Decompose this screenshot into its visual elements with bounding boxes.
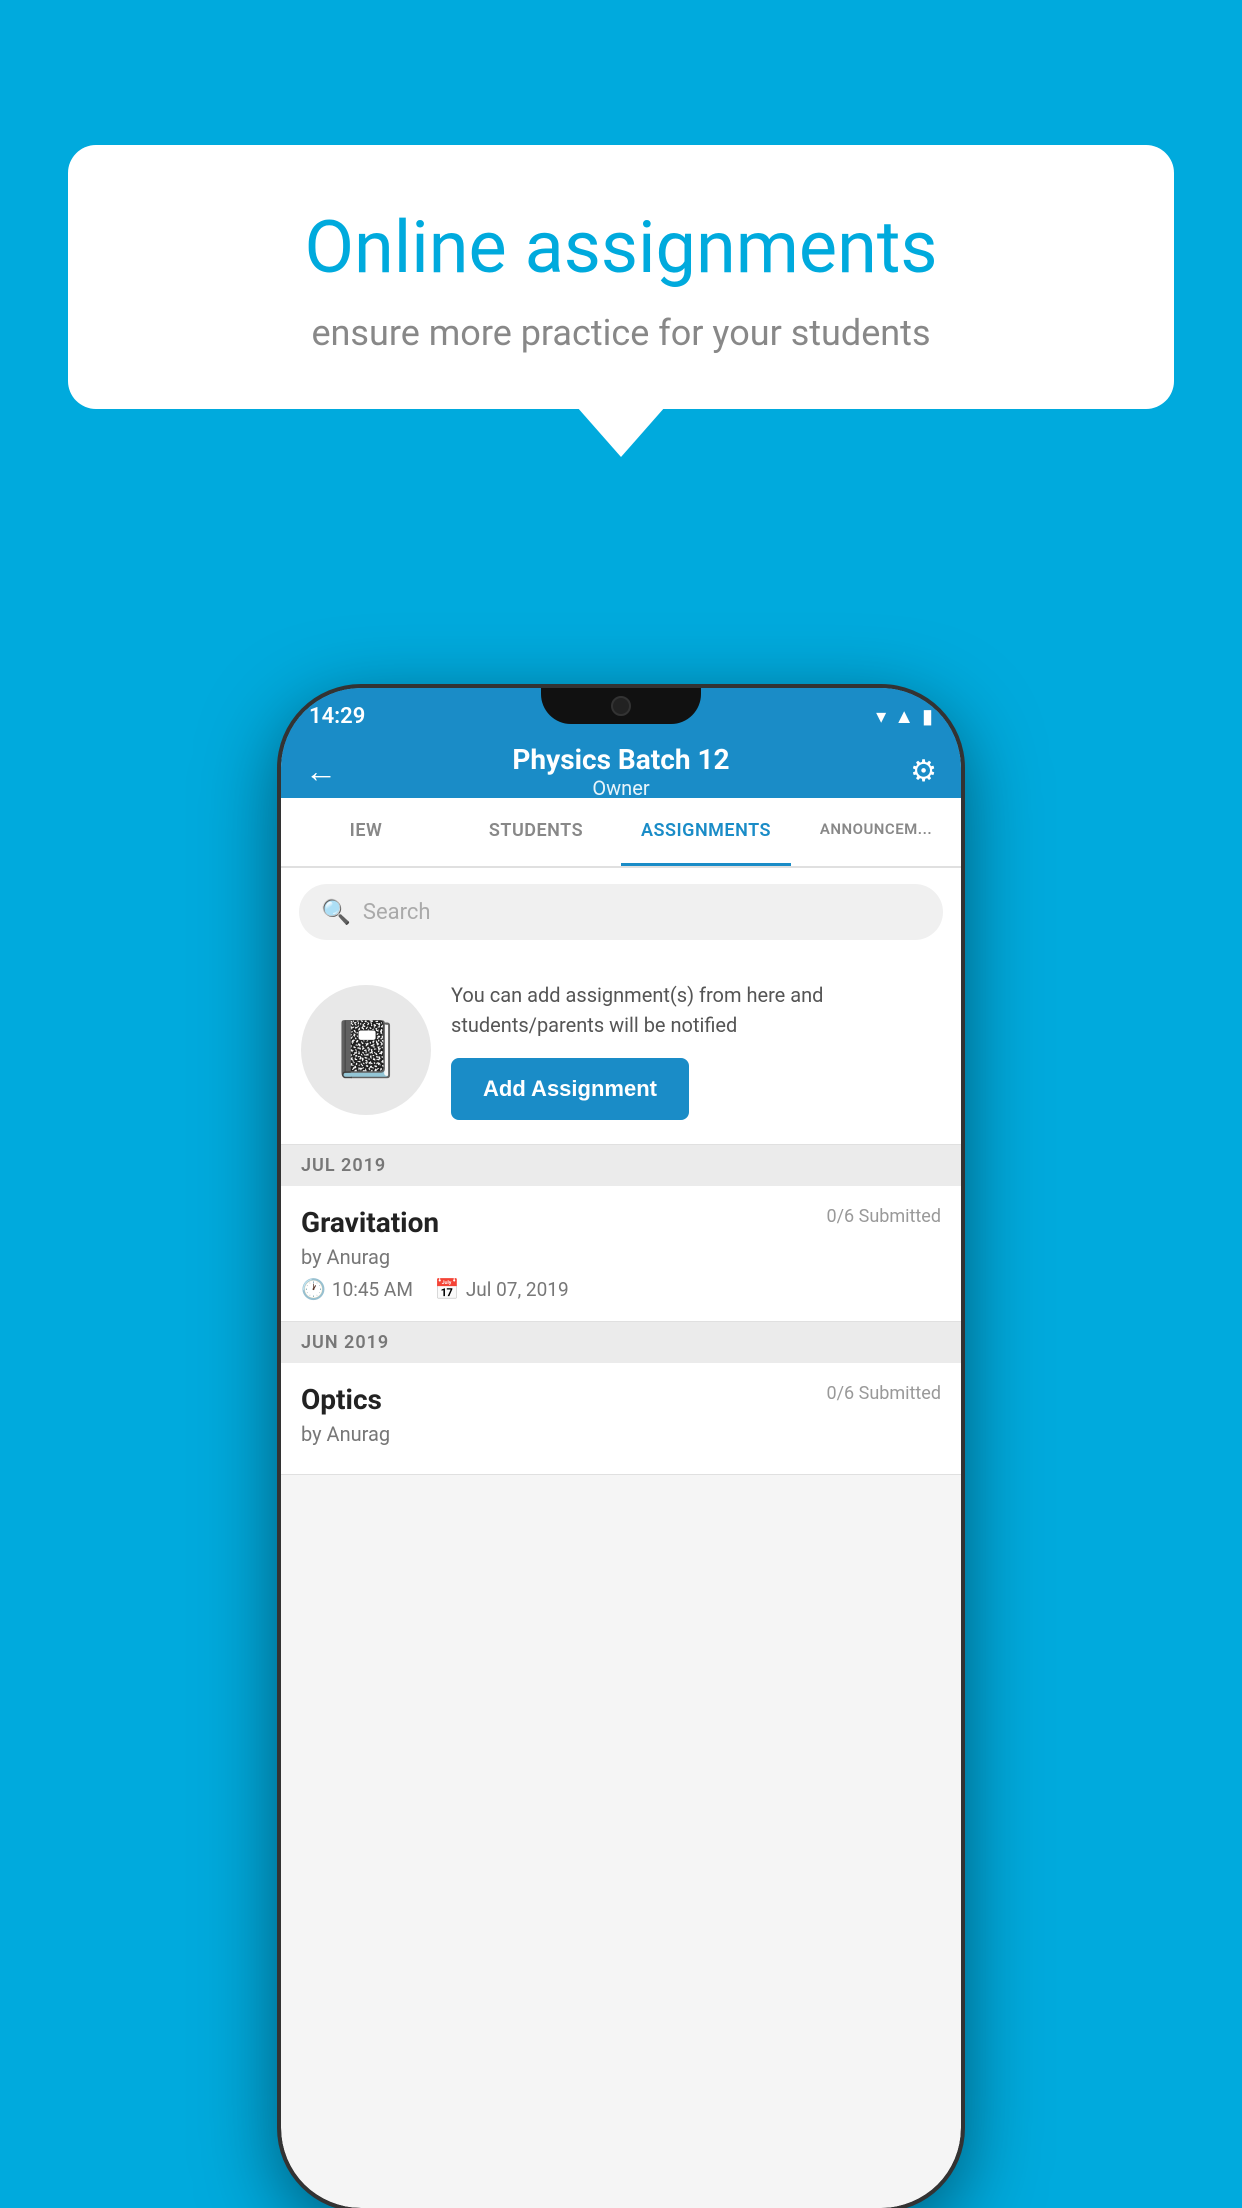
assignment-optics-name: Optics (301, 1383, 382, 1416)
bubble-title: Online assignments (138, 205, 1104, 290)
app-bar-subtitle: Owner (355, 776, 887, 800)
signal-icon: ▲ (894, 704, 914, 729)
search-container: 🔍 Search (281, 868, 961, 956)
add-assignment-section: 📓 You can add assignment(s) from here an… (281, 956, 961, 1145)
add-assignment-button[interactable]: Add Assignment (451, 1058, 689, 1120)
assignment-item-gravitation[interactable]: Gravitation 0/6 Submitted by Anurag 🕐 10… (281, 1186, 961, 1322)
assignment-item-optics[interactable]: Optics 0/6 Submitted by Anurag (281, 1363, 961, 1475)
assignment-optics-row1: Optics 0/6 Submitted (301, 1383, 941, 1416)
add-assignment-description: You can add assignment(s) from here and … (451, 980, 941, 1040)
tab-announcements[interactable]: ANNOUNCEM... (791, 798, 961, 866)
calendar-icon: 📅 (435, 1277, 460, 1301)
tabs-container: IEW STUDENTS ASSIGNMENTS ANNOUNCEM... (281, 798, 961, 868)
tab-students[interactable]: STUDENTS (451, 798, 621, 866)
speech-bubble: Online assignments ensure more practice … (68, 145, 1174, 409)
tab-iew[interactable]: IEW (281, 798, 451, 866)
clock-icon: 🕐 (301, 1277, 326, 1301)
status-time: 14:29 (309, 704, 365, 729)
assignment-optics-author: by Anurag (301, 1422, 941, 1446)
assignment-name: Gravitation (301, 1206, 439, 1239)
search-bar[interactable]: 🔍 Search (299, 884, 943, 940)
bubble-subtitle: ensure more practice for your students (138, 312, 1104, 354)
time-meta: 🕐 10:45 AM (301, 1277, 413, 1301)
assignment-date: Jul 07, 2019 (466, 1278, 569, 1301)
battery-icon: ▮ (922, 704, 933, 728)
speech-bubble-container: Online assignments ensure more practice … (68, 145, 1174, 409)
add-assignment-content: You can add assignment(s) from here and … (451, 980, 941, 1120)
month-separator-jul: JUL 2019 (281, 1145, 961, 1186)
settings-button[interactable]: ⚙ (887, 754, 937, 789)
wifi-icon: ▾ (876, 704, 886, 728)
date-meta: 📅 Jul 07, 2019 (435, 1277, 569, 1301)
app-screen: 14:29 ▾ ▲ ▮ ← Physics Batch 12 Owner ⚙ I… (281, 688, 961, 2208)
assignment-icon-circle: 📓 (301, 985, 431, 1115)
camera (611, 696, 631, 716)
notebook-icon: 📓 (332, 1018, 400, 1082)
status-icons: ▾ ▲ ▮ (876, 704, 933, 729)
app-bar-center: Physics Batch 12 Owner (355, 743, 887, 800)
back-button[interactable]: ← (305, 752, 355, 790)
tab-assignments[interactable]: ASSIGNMENTS (621, 798, 791, 866)
assignment-author: by Anurag (301, 1245, 941, 1269)
phone-frame: 14:29 ▾ ▲ ▮ ← Physics Batch 12 Owner ⚙ I… (281, 688, 961, 2208)
month-label-jul: JUL 2019 (301, 1155, 386, 1176)
assignment-time: 10:45 AM (332, 1278, 413, 1301)
assignment-meta: 🕐 10:45 AM 📅 Jul 07, 2019 (301, 1277, 941, 1301)
assignment-row1: Gravitation 0/6 Submitted (301, 1206, 941, 1239)
month-separator-jun: JUN 2019 (281, 1322, 961, 1363)
month-label-jun: JUN 2019 (301, 1332, 389, 1353)
search-icon: 🔍 (321, 898, 351, 926)
assignment-optics-submitted: 0/6 Submitted (827, 1383, 941, 1404)
app-bar-title: Physics Batch 12 (355, 743, 887, 776)
notch (541, 688, 701, 724)
assignment-submitted: 0/6 Submitted (827, 1206, 941, 1227)
search-placeholder: Search (363, 900, 431, 925)
